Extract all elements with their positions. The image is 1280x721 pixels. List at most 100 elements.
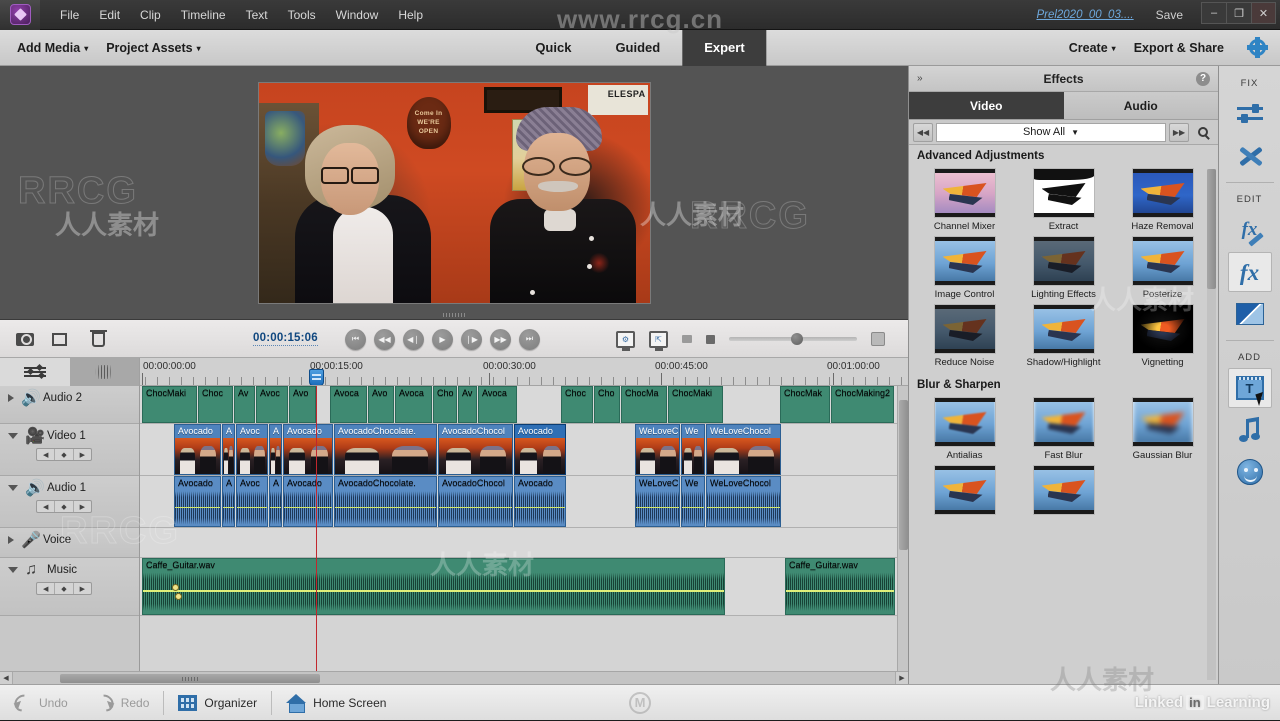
tab-quick[interactable]: Quick bbox=[513, 30, 593, 66]
tab-expert[interactable]: Expert bbox=[682, 29, 767, 66]
delete-icon[interactable] bbox=[88, 329, 108, 348]
timeline-clip[interactable]: Avocado bbox=[283, 476, 333, 527]
rail-tools-button[interactable] bbox=[1228, 136, 1272, 176]
menu-window[interactable]: Window bbox=[326, 4, 389, 26]
undo-button[interactable]: Undo bbox=[0, 685, 82, 721]
rail-music-button[interactable] bbox=[1228, 410, 1272, 450]
timeline-clip[interactable]: WeLoveChocol bbox=[706, 476, 781, 527]
timeline-clip[interactable]: Av bbox=[234, 386, 255, 423]
track-header-music[interactable]: ♫ Music ◀ ◆ ▶ bbox=[0, 558, 139, 616]
timeline-clip[interactable]: AvocadoChocolate. bbox=[334, 476, 437, 527]
rail-effects-pencil-button[interactable]: fx bbox=[1228, 210, 1272, 250]
menu-timeline[interactable]: Timeline bbox=[171, 4, 236, 26]
collapse-panel-icon[interactable]: » bbox=[917, 73, 923, 84]
effect-item[interactable] bbox=[1014, 465, 1113, 518]
tab-guided[interactable]: Guided bbox=[593, 30, 682, 66]
timeline-clip[interactable]: AvocadoChocolate. bbox=[334, 424, 437, 475]
step-forward-button[interactable]: ❘▶ bbox=[461, 328, 482, 350]
organizer-button[interactable]: Organizer bbox=[164, 685, 271, 721]
create-button[interactable]: Create ▾ bbox=[1060, 35, 1125, 61]
menu-file[interactable]: File bbox=[50, 4, 89, 26]
lane-audio2[interactable]: ChocMaki Choc Av Avoc Avo Avoca Avo Avoca Cho Av A… bbox=[140, 386, 908, 424]
timeline-clip[interactable]: Avocado bbox=[514, 476, 566, 527]
playhead-handle[interactable] bbox=[309, 369, 324, 385]
timeline-clip[interactable]: AvocadoChocol bbox=[438, 424, 513, 475]
timeline-clip[interactable]: Cho bbox=[433, 386, 457, 423]
timeline-clip[interactable]: We bbox=[681, 476, 705, 527]
keyframe-view-button[interactable] bbox=[0, 358, 70, 386]
effect-item[interactable]: Antialias bbox=[915, 397, 1014, 461]
effect-item[interactable]: Gaussian Blur bbox=[1113, 397, 1212, 461]
audio-view-button[interactable] bbox=[69, 358, 139, 386]
timeline-clip[interactable]: ChocMak bbox=[780, 386, 830, 423]
timeline-clip[interactable]: A bbox=[222, 476, 235, 527]
current-timecode[interactable]: 00:00:15:06 bbox=[253, 332, 318, 346]
effect-item[interactable]: Haze Removal bbox=[1113, 168, 1212, 232]
close-icon[interactable]: ✕ bbox=[1251, 2, 1276, 24]
rail-titles-button[interactable] bbox=[1227, 368, 1272, 408]
timeline-clip[interactable]: ChocMaki bbox=[668, 386, 723, 423]
timeline-clip[interactable]: WeLoveC bbox=[635, 424, 680, 475]
effect-item[interactable]: Image Control bbox=[915, 236, 1014, 300]
home-screen-button[interactable]: Home Screen bbox=[272, 685, 400, 721]
expand-arrow-icon[interactable] bbox=[8, 536, 14, 544]
timeline-clip[interactable]: Avocado bbox=[174, 476, 221, 527]
keyframe-nav-video1[interactable]: ◀ ◆ ▶ bbox=[36, 448, 92, 461]
timeline-ruler[interactable]: 00:00:00:00 00:00:15:00 00:00:30:00 00:0… bbox=[140, 358, 908, 386]
small-preview-icon[interactable] bbox=[682, 335, 692, 343]
timeline-clip[interactable]: ChocMa bbox=[621, 386, 667, 423]
timeline-clip[interactable]: WeLoveC bbox=[635, 476, 680, 527]
timeline-hscrollbar[interactable]: ◀ ▶ bbox=[0, 671, 908, 685]
keyframe-nav-audio1[interactable]: ◀ ◆ ▶ bbox=[36, 500, 92, 513]
program-monitor[interactable]: ELESPA Come In WE'RE OPEN bbox=[0, 66, 908, 320]
maximize-icon[interactable]: ❐ bbox=[1226, 2, 1251, 24]
timeline-hscroll-thumb[interactable] bbox=[60, 674, 320, 683]
track-header-video1[interactable]: 🎥 Video 1 ◀ ◆ ▶ bbox=[0, 424, 139, 476]
timeline-clip[interactable]: A bbox=[269, 476, 282, 527]
effect-item[interactable]: Vignetting bbox=[1113, 304, 1212, 368]
timeline-clip[interactable]: WeLoveChocol bbox=[706, 424, 781, 475]
rail-adjustments-button[interactable] bbox=[1228, 94, 1272, 134]
menu-tools[interactable]: Tools bbox=[278, 4, 326, 26]
volume-keyframe[interactable] bbox=[172, 584, 179, 591]
monitor-resize-handle[interactable] bbox=[443, 313, 465, 317]
timeline-clip[interactable]: ChocMaki bbox=[142, 386, 197, 423]
settings-button[interactable] bbox=[1233, 36, 1276, 58]
tab-audio[interactable]: Audio bbox=[1063, 92, 1218, 120]
filter-next-icon[interactable]: ▶▶ bbox=[1169, 122, 1189, 142]
scale-to-frame-icon[interactable] bbox=[52, 330, 72, 348]
music-note-icon[interactable]: ♫ bbox=[25, 561, 40, 578]
redo-button[interactable]: Redo bbox=[82, 685, 164, 721]
step-back-button[interactable]: ◀❘ bbox=[403, 328, 424, 350]
rail-transitions-button[interactable] bbox=[1228, 294, 1272, 334]
timeline-clip[interactable]: A bbox=[269, 424, 282, 475]
timeline-clip[interactable]: AvocadoChocol bbox=[438, 476, 513, 527]
freeze-frame-icon[interactable] bbox=[16, 330, 36, 348]
track-lanes[interactable]: ChocMaki Choc Av Avoc Avo Avoca Avo Avoca Cho Av A… bbox=[140, 386, 908, 671]
prev-keyframe-button[interactable]: ◀ bbox=[37, 501, 56, 512]
timeline-clip[interactable]: Avocado bbox=[514, 424, 566, 475]
lane-video1[interactable]: Avocado A Avoc A Avocado AvocadoChocolate. Avo… bbox=[140, 424, 908, 476]
export-share-button[interactable]: Export & Share bbox=[1125, 35, 1233, 61]
menu-help[interactable]: Help bbox=[388, 4, 433, 26]
filmstrip-icon[interactable]: 🎥 bbox=[25, 428, 45, 445]
help-icon[interactable]: ? bbox=[1196, 71, 1210, 86]
step-back-fast-button[interactable]: ◀◀ bbox=[374, 328, 395, 350]
go-to-end-button[interactable]: ⏭ bbox=[519, 328, 540, 350]
timeline-clip[interactable]: Avoca bbox=[330, 386, 367, 423]
save-button[interactable]: Save bbox=[1156, 8, 1183, 22]
timeline-clip[interactable]: Avoca bbox=[395, 386, 432, 423]
timeline-clip[interactable]: Choc bbox=[198, 386, 233, 423]
add-media-button[interactable]: Add Media ▾ bbox=[8, 35, 97, 61]
effect-item[interactable]: Fast Blur bbox=[1014, 397, 1113, 461]
timeline-clip[interactable]: Avoca bbox=[478, 386, 517, 423]
scroll-left-icon[interactable]: ◀ bbox=[0, 671, 13, 685]
effects-scrollbar[interactable] bbox=[1207, 169, 1216, 680]
timeline-vscroll-thumb[interactable] bbox=[899, 400, 908, 550]
next-keyframe-button[interactable]: ▶ bbox=[74, 501, 91, 512]
effects-scroll-thumb[interactable] bbox=[1207, 169, 1216, 289]
lane-music[interactable]: Caffe_Guitar.wav Caffe_Guitar.wav bbox=[140, 558, 908, 616]
menu-clip[interactable]: Clip bbox=[130, 4, 171, 26]
minimize-icon[interactable]: – bbox=[1201, 2, 1226, 24]
next-keyframe-button[interactable]: ▶ bbox=[74, 449, 91, 460]
